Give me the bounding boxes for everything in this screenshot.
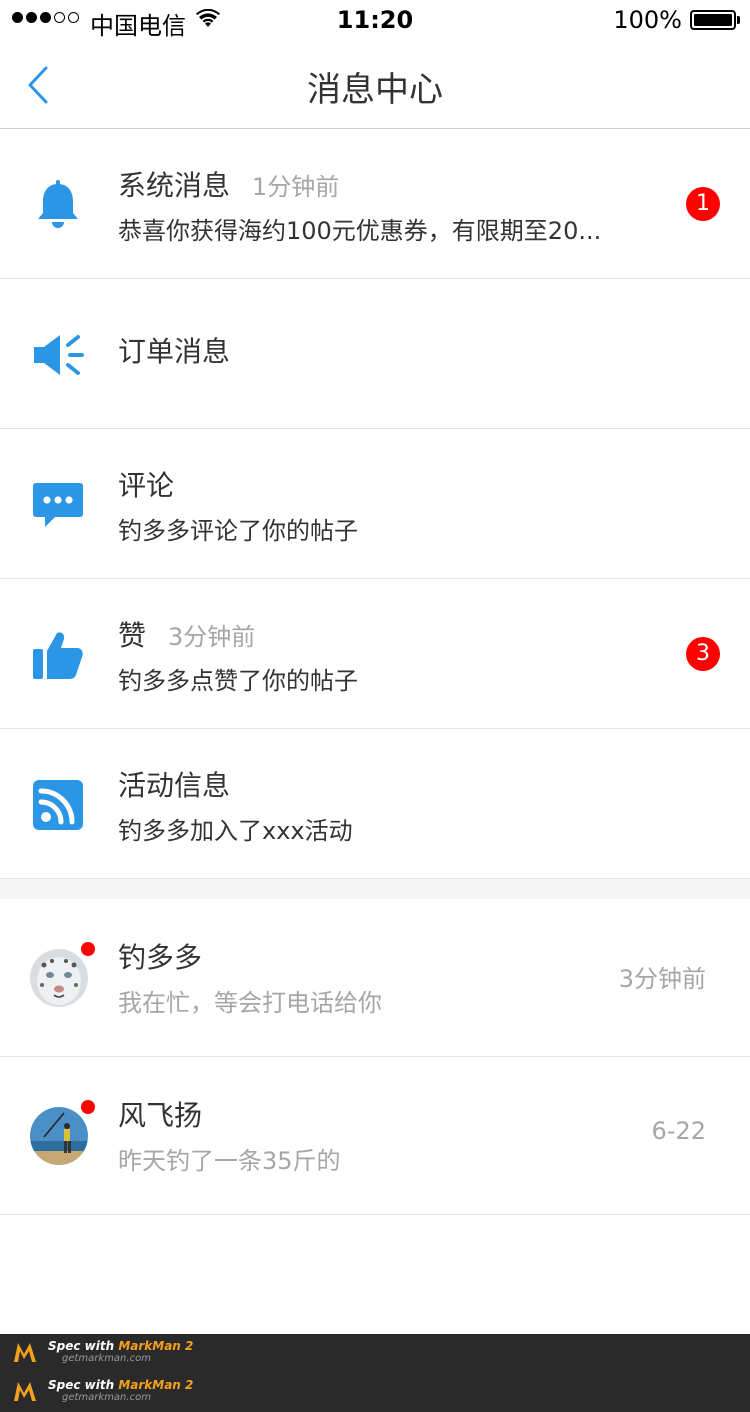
- speaker-icon: [30, 327, 86, 383]
- unread-dot: [81, 1100, 95, 1114]
- section-divider: [0, 879, 750, 899]
- chat-name: 风飞扬: [118, 1099, 203, 1132]
- rss-icon: [30, 777, 86, 833]
- status-bar: 中国电信 11:20 100%: [0, 0, 750, 40]
- watermark-footer: Spec with MarkMan 2 getmarkman.com Spec …: [0, 1334, 750, 1412]
- item-preview: 恭喜你获得海约100元优惠券，有限期至20...: [118, 217, 602, 245]
- message-list: 系统消息 1分钟前 恭喜你获得海约100元优惠券，有限期至20... 1 订单消息: [0, 129, 750, 1215]
- chat-bubble-icon: [30, 477, 86, 533]
- markman-watermark: Spec with MarkMan 2 getmarkman.com: [12, 1340, 193, 1364]
- chat-item[interactable]: 钓多多 我在忙，等会打电话给你 3分钟前: [0, 899, 750, 1057]
- avatar: [30, 1107, 88, 1165]
- markman-logo-icon: [14, 1343, 36, 1362]
- watermark-prefix: Spec with: [48, 1378, 119, 1392]
- page-title: 消息中心: [307, 70, 443, 110]
- chat-preview: 我在忙，等会打电话给你: [118, 989, 382, 1017]
- battery-cap: [737, 16, 740, 24]
- item-preview: 钓多多评论了你的帖子: [118, 517, 358, 545]
- battery-icon: [690, 10, 736, 30]
- watermark-url: getmarkman.com: [62, 1353, 151, 1364]
- watermark-brand: MarkMan 2: [118, 1378, 194, 1392]
- item-preview: 钓多多点赞了你的帖子: [118, 667, 358, 695]
- battery-percent: 100%: [613, 6, 682, 34]
- item-time: 3分钟前: [168, 623, 256, 651]
- item-title: 订单消息: [118, 335, 231, 368]
- list-item-order-messages[interactable]: 订单消息: [0, 279, 750, 429]
- item-title: 评论: [118, 469, 175, 502]
- unread-badge: 3: [686, 637, 720, 671]
- markman-logo-icon: [14, 1382, 36, 1401]
- unread-badge: 1: [686, 187, 720, 221]
- item-time: 1分钟前: [252, 173, 340, 201]
- avatar: [30, 949, 88, 1007]
- thumbs-up-icon: [30, 627, 86, 683]
- watermark-prefix: Spec with: [48, 1339, 119, 1353]
- item-title: 系统消息: [118, 169, 231, 202]
- list-item-comments[interactable]: 评论 钓多多评论了你的帖子: [0, 429, 750, 579]
- chat-name: 钓多多: [118, 941, 203, 974]
- navigation-bar: 消息中心: [0, 40, 750, 129]
- chat-time: 3分钟前: [618, 965, 706, 993]
- chat-time: 6-22: [651, 1117, 706, 1145]
- item-title: 活动信息: [118, 769, 231, 802]
- chat-preview: 昨天钓了一条35斤的: [118, 1147, 341, 1175]
- bell-icon: [30, 177, 86, 233]
- watermark-url: getmarkman.com: [62, 1392, 151, 1403]
- chat-item[interactable]: 风飞扬 昨天钓了一条35斤的 6-22: [0, 1057, 750, 1215]
- unread-dot: [81, 942, 95, 956]
- list-item-system-messages[interactable]: 系统消息 1分钟前 恭喜你获得海约100元优惠券，有限期至20... 1: [0, 129, 750, 279]
- item-preview: 钓多多加入了xxx活动: [118, 817, 353, 845]
- markman-watermark: Spec with MarkMan 2 getmarkman.com: [12, 1379, 193, 1403]
- list-item-likes[interactable]: 赞 3分钟前 钓多多点赞了你的帖子 3: [0, 579, 750, 729]
- list-item-activity[interactable]: 活动信息 钓多多加入了xxx活动: [0, 729, 750, 879]
- item-title: 赞: [118, 619, 147, 652]
- watermark-brand: MarkMan 2: [118, 1339, 194, 1353]
